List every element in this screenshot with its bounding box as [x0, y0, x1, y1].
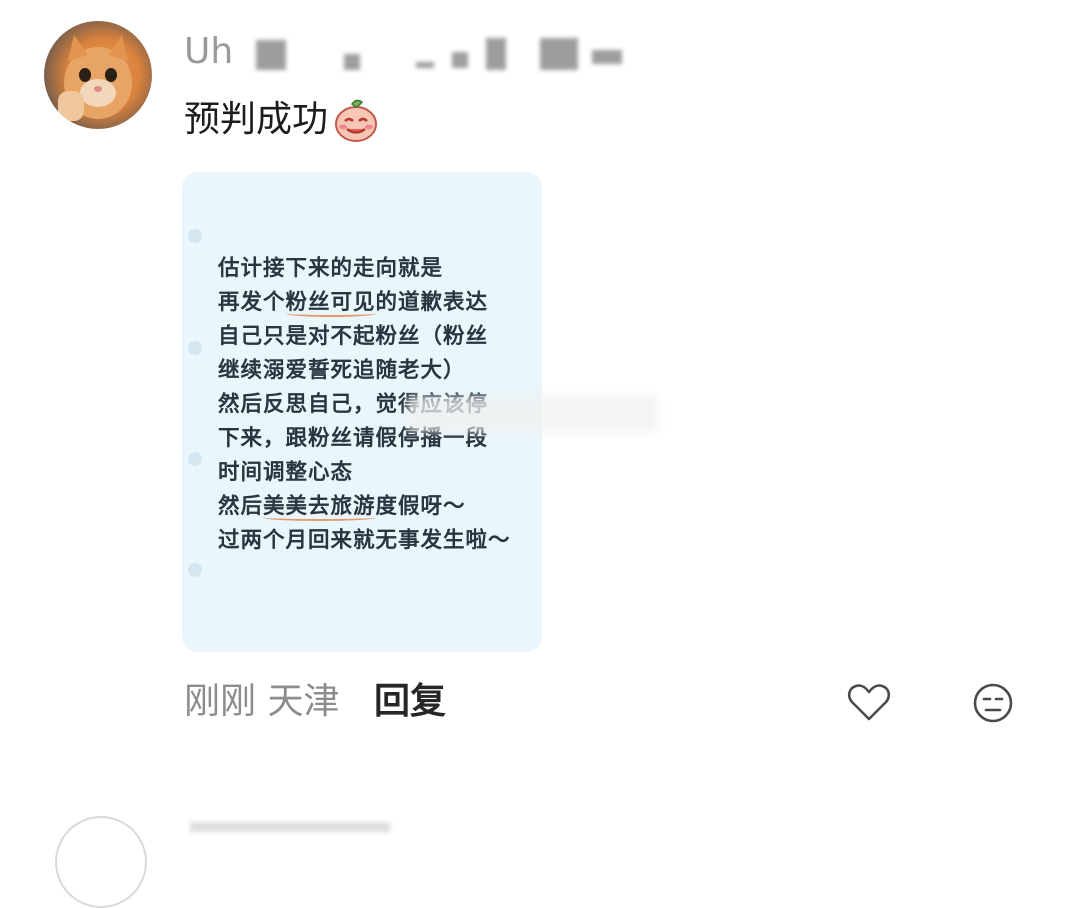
- comment-location: 天津: [267, 681, 340, 722]
- blur-overlay: [408, 396, 658, 432]
- comment-text: 预判成功: [184, 99, 329, 140]
- heart-icon: [847, 684, 891, 721]
- cat-photo-icon: [58, 35, 132, 121]
- note-line: 时间调整心态: [218, 460, 354, 485]
- note-line-text: 的道歉表达: [375, 290, 489, 315]
- username-visible-part: Uh: [184, 31, 234, 72]
- highlighted-text: 美美去旅游: [263, 494, 376, 519]
- reply-button[interactable]: 回复: [374, 678, 446, 726]
- username-redaction: [486, 38, 506, 70]
- username-redaction: [256, 40, 286, 70]
- decorative-dot: [188, 452, 202, 466]
- note-line: 继续溺爱誓死追随老大）: [218, 358, 466, 383]
- note-line-text: 再发个: [218, 290, 286, 315]
- username-redaction: [540, 38, 578, 70]
- neutral-face-icon: [973, 683, 1013, 723]
- smiling-face-emoji-icon: [332, 96, 380, 144]
- note-line: 过两个月回来就无事发生啦～: [218, 528, 511, 553]
- decorative-dot: [188, 341, 202, 355]
- note-line: 自己只是对不起粉丝（粉丝: [218, 324, 489, 349]
- comment-text-row: 预判成功: [184, 94, 380, 146]
- note-line: 然后美美去旅游度假呀～: [218, 490, 538, 524]
- reaction-button[interactable]: [971, 681, 1015, 725]
- note-line-text: 度假呀～: [375, 494, 466, 519]
- username[interactable]: Uh: [184, 28, 644, 76]
- note-line: 估计接下来的走向就是: [218, 256, 444, 281]
- username-redaction: [344, 54, 360, 70]
- note-line-text: 然后: [218, 494, 264, 519]
- decorative-dot: [188, 229, 202, 243]
- highlighted-text: 粉丝可见: [285, 290, 376, 315]
- like-button[interactable]: [847, 681, 891, 725]
- decorative-dot: [188, 563, 202, 577]
- comment-time: 刚刚: [184, 681, 257, 722]
- username-redaction: [452, 52, 468, 68]
- comment-meta: 刚刚 天津: [184, 678, 339, 726]
- username-redaction: [592, 50, 622, 64]
- next-comment-username[interactable]: [190, 822, 390, 832]
- note-line: 再发个粉丝可见的道歉表达: [218, 286, 538, 320]
- user-avatar[interactable]: [44, 21, 152, 129]
- username-redaction: [416, 62, 434, 68]
